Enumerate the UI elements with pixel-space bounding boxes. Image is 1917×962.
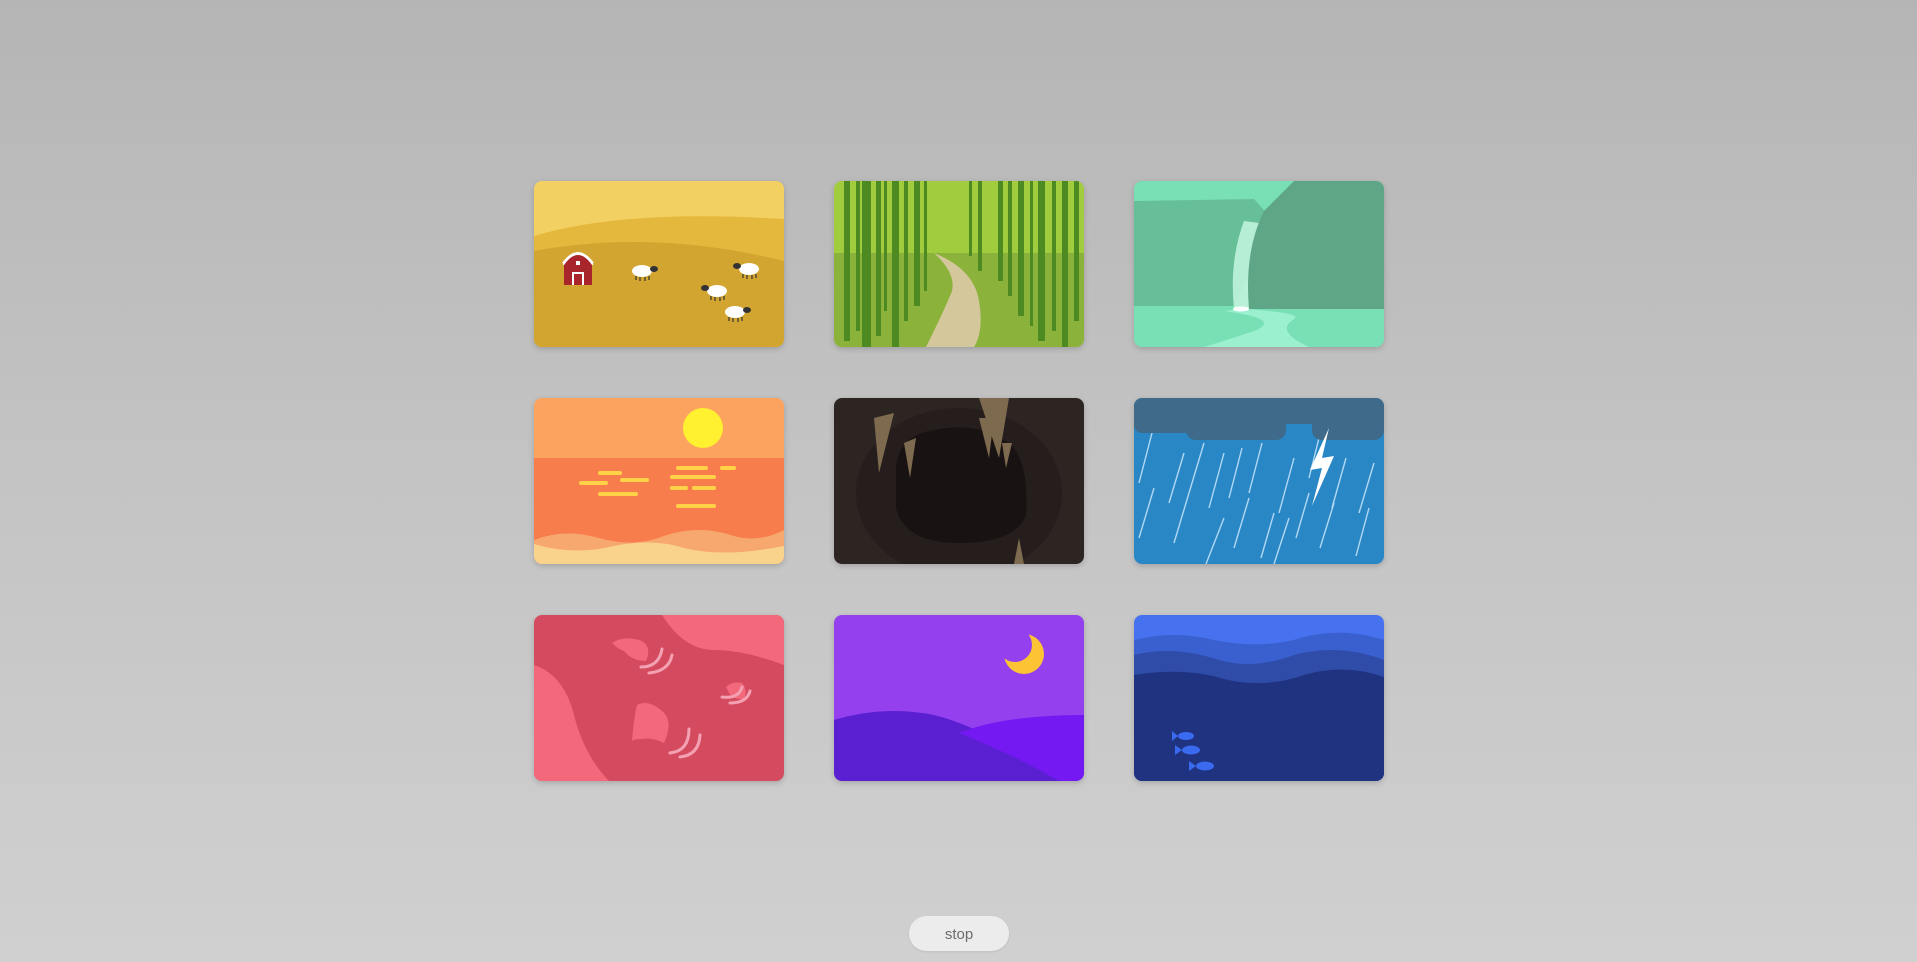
stop-button[interactable]: stop (909, 916, 1009, 951)
thunderstorm-illustration (1134, 398, 1384, 564)
underwater-scene-card[interactable] (1134, 615, 1384, 781)
farm-scene-card[interactable] (534, 181, 784, 347)
farm-illustration (534, 181, 784, 347)
forest-path-illustration (834, 181, 1084, 347)
cave-scene-card[interactable] (834, 398, 1084, 564)
underwater-illustration (1134, 615, 1384, 781)
thunderstorm-scene-card[interactable] (1134, 398, 1384, 564)
sun-icon (683, 408, 723, 448)
windy-scene-card[interactable] (534, 615, 784, 781)
windy-illustration (534, 615, 784, 781)
night-scene-card[interactable] (834, 615, 1084, 781)
night-illustration (834, 615, 1084, 781)
waterfall-illustration (1134, 181, 1384, 347)
sunset-beach-illustration (534, 398, 784, 564)
forest-path-scene-card[interactable] (834, 181, 1084, 347)
sunset-beach-scene-card[interactable] (534, 398, 784, 564)
waterfall-scene-card[interactable] (1134, 181, 1384, 347)
cave-illustration (834, 398, 1084, 564)
